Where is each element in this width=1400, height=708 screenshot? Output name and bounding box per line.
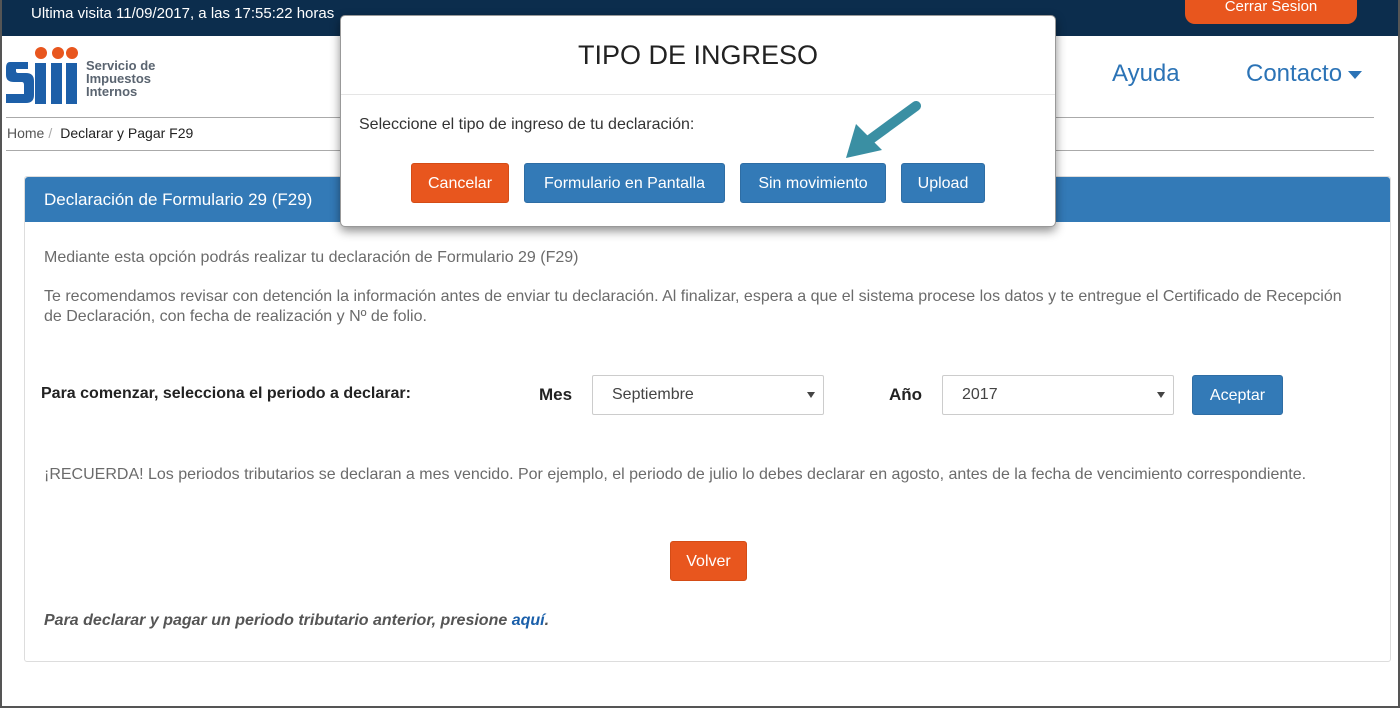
- no-movement-button[interactable]: Sin movimiento: [740, 163, 886, 203]
- month-select-value: Septiembre: [612, 386, 694, 403]
- reminder-text: ¡RECUERDA! Los periodos tributarios se d…: [44, 466, 1307, 483]
- breadcrumb-home[interactable]: Home: [7, 125, 44, 141]
- upload-button[interactable]: Upload: [901, 163, 985, 203]
- previous-period-link[interactable]: aquí: [512, 612, 545, 629]
- breadcrumb: Home / Declarar y Pagar F29: [7, 125, 193, 141]
- previous-period-note: Para declarar y pagar un periodo tributa…: [44, 612, 549, 630]
- breadcrumb-separator: /: [48, 125, 53, 141]
- month-select[interactable]: Septiembre: [592, 375, 824, 415]
- accept-button[interactable]: Aceptar: [1192, 375, 1283, 415]
- period-label: Para comenzar, selecciona el periodo a d…: [41, 385, 411, 402]
- declaration-panel: Declaración de Formulario 29 (F29) Media…: [24, 176, 1391, 662]
- logo-text-line: Internos: [86, 84, 138, 99]
- year-select[interactable]: 2017: [942, 375, 1174, 415]
- note-suffix: .: [544, 612, 550, 629]
- caret-down-icon: [807, 392, 815, 398]
- sii-logo-icon: [6, 47, 78, 104]
- logo-text: Servicio de Impuestos Internos: [86, 59, 155, 98]
- arrow-pointer-icon: [846, 101, 921, 158]
- caret-down-icon: [1157, 392, 1165, 398]
- note-prefix: Para declarar y pagar un periodo tributa…: [44, 612, 512, 629]
- breadcrumb-current: Declarar y Pagar F29: [60, 125, 194, 141]
- intro-text: Mediante esta opción podrás realizar tu …: [44, 249, 579, 266]
- entry-type-modal: TIPO DE INGRESO Seleccione el tipo de in…: [340, 15, 1056, 227]
- logout-button[interactable]: Cerrar Sesion: [1185, 0, 1357, 24]
- modal-title: TIPO DE INGRESO: [577, 40, 819, 70]
- modal-divider: [341, 94, 1055, 95]
- modal-instruction: Seleccione el tipo de ingreso de tu decl…: [359, 116, 695, 133]
- last-visit-text: Ultima visita 11/09/2017, a las 17:55:22…: [31, 5, 335, 22]
- sii-logo[interactable]: Servicio de Impuestos Internos: [6, 45, 176, 107]
- caret-down-icon: [1348, 70, 1363, 79]
- nav-help-link[interactable]: Ayuda: [1112, 60, 1180, 88]
- month-label: Mes: [539, 385, 573, 404]
- recommendation-text: Te recomendamos revisar con detención la…: [44, 288, 1342, 325]
- cancel-button[interactable]: Cancelar: [411, 163, 509, 203]
- nav-contact-label: Contacto: [1246, 60, 1343, 87]
- year-label: Año: [889, 385, 923, 404]
- back-button[interactable]: Volver: [670, 541, 747, 581]
- on-screen-form-button[interactable]: Formulario en Pantalla: [524, 163, 725, 203]
- year-select-value: 2017: [962, 386, 998, 403]
- nav-contact-menu[interactable]: Contacto: [1246, 60, 1363, 88]
